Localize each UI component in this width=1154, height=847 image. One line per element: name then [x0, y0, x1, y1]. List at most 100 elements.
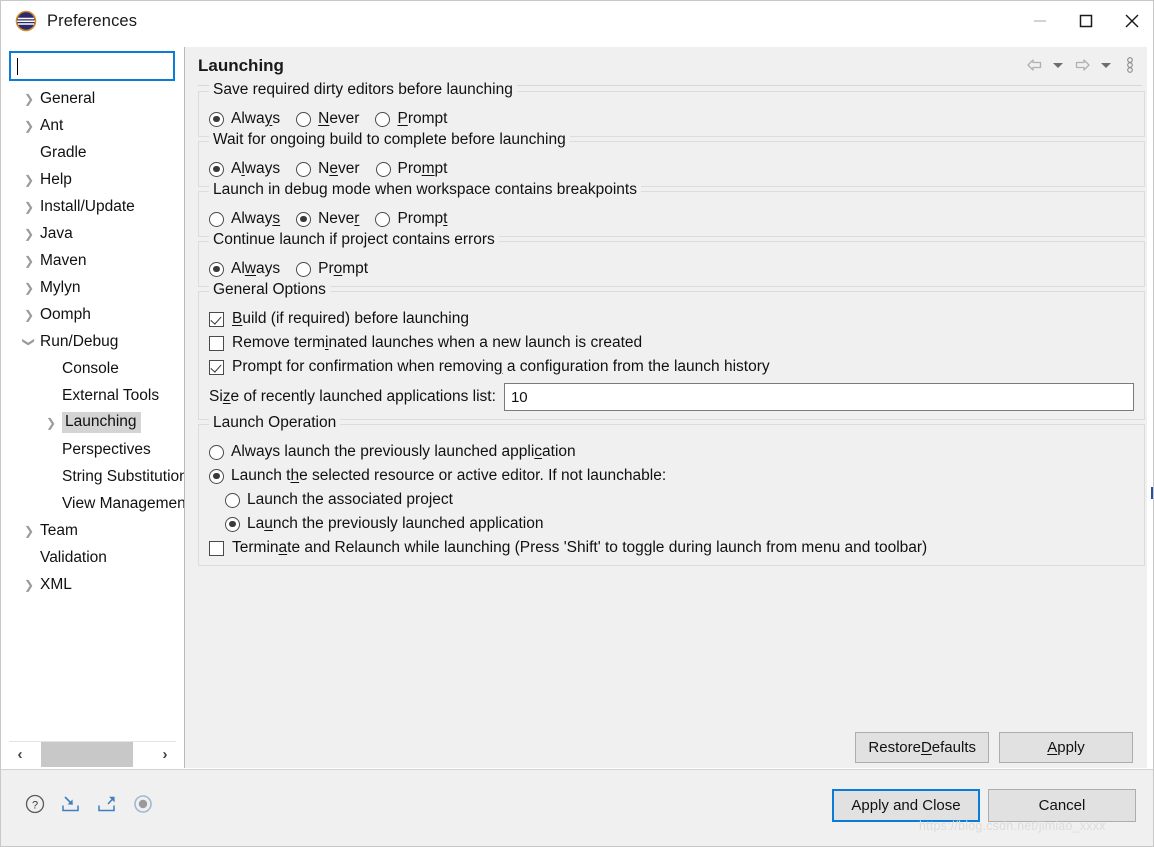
filter-text-field[interactable]: [18, 57, 173, 75]
tree-item-validation[interactable]: Validation: [10, 544, 184, 571]
radio-indicator[interactable]: [209, 261, 224, 277]
radio-indicator[interactable]: [225, 516, 240, 532]
radio-1-1[interactable]: Never: [296, 160, 360, 178]
radio-indicator[interactable]: [375, 211, 391, 227]
radio-indicator[interactable]: [209, 444, 224, 460]
chevron-down-icon[interactable]: ❯: [22, 331, 36, 353]
close-icon[interactable]: [1109, 1, 1153, 41]
maximize-icon[interactable]: [1063, 1, 1109, 41]
checkbox-indicator[interactable]: [209, 359, 224, 375]
size-of-recent-list-input[interactable]: [503, 383, 1134, 411]
export-icon[interactable]: [95, 792, 119, 816]
tree-item-help[interactable]: ❯ Help: [10, 166, 184, 193]
radio-indicator[interactable]: [296, 211, 312, 227]
checkbox-indicator[interactable]: [209, 311, 224, 327]
radio-0-0[interactable]: Always: [209, 110, 280, 128]
tree-item-ant[interactable]: ❯ Ant: [10, 112, 184, 139]
scrollbar-thumb[interactable]: [41, 741, 133, 767]
radio-indicator[interactable]: [209, 468, 224, 484]
tree-item-maven[interactable]: ❯ Maven: [10, 247, 184, 274]
tree-item-xml[interactable]: ❯ XML: [10, 571, 184, 598]
chevron-right-icon[interactable]: ❯: [18, 92, 40, 106]
radio-0-1[interactable]: Never: [296, 110, 359, 128]
chevron-right-icon[interactable]: ❯: [18, 308, 40, 322]
radio-indicator[interactable]: [209, 111, 224, 127]
tree-item-console[interactable]: Console: [10, 355, 184, 382]
chevron-right-icon[interactable]: ❯: [18, 578, 40, 592]
radio-indicator[interactable]: [296, 111, 312, 127]
restore-defaults-button[interactable]: Restore Defaults: [855, 731, 989, 763]
radio-1-1-label-mnemonic: e: [329, 160, 338, 177]
check-general-0[interactable]: Build (if required) before launching: [209, 310, 469, 328]
radio-label: Always launch the previously launched ap…: [231, 443, 576, 461]
radio-indicator[interactable]: [209, 161, 224, 177]
tree-item-launching[interactable]: ❯ Launching: [10, 409, 184, 436]
forward-arrow-icon[interactable]: [1071, 53, 1093, 77]
option-line: Prompt for confirmation when removing a …: [209, 358, 1134, 376]
checkbox-indicator[interactable]: [209, 540, 224, 556]
tree-item-run-debug[interactable]: ❯ Run/Debug: [10, 328, 184, 355]
tree-item-install-update[interactable]: ❯ Install/Update: [10, 193, 184, 220]
tree-item-external-tools[interactable]: External Tools: [10, 382, 184, 409]
tree-item-general[interactable]: ❯ General: [10, 85, 184, 112]
import-icon[interactable]: [59, 792, 83, 816]
radio-indicator[interactable]: [375, 161, 391, 177]
radio-indicator[interactable]: [296, 261, 312, 277]
chevron-right-icon[interactable]: ›: [154, 742, 176, 767]
radio-2-0[interactable]: Always: [209, 210, 280, 228]
minimize-icon[interactable]: [1017, 1, 1063, 41]
radio-3-1[interactable]: Prompt: [296, 260, 368, 278]
radio-1-0[interactable]: Always: [209, 160, 280, 178]
radio-2-1[interactable]: Never: [296, 210, 359, 228]
radio-launchop-1[interactable]: Launch the selected resource or active e…: [209, 467, 666, 485]
group-title: Save required dirty editors before launc…: [209, 81, 517, 99]
scrollbar-track[interactable]: [31, 741, 154, 767]
radio-indicator[interactable]: [296, 161, 312, 177]
tree-item-view-management[interactable]: View Management: [10, 490, 184, 517]
tree-item-team[interactable]: ❯ Team: [10, 517, 184, 544]
chevron-right-icon[interactable]: ❯: [18, 119, 40, 133]
search-input[interactable]: [9, 51, 175, 81]
radio-launchop-2[interactable]: Launch the associated project: [225, 491, 453, 509]
tree-item-java[interactable]: ❯ Java: [10, 220, 184, 247]
tree-item-oomph[interactable]: ❯ Oomph: [10, 301, 184, 328]
apply-button[interactable]: Apply: [999, 731, 1133, 763]
preferences-tree[interactable]: ❯ General ❯ Ant Gradle ❯ Help ❯ Install/Update ❯ J…: [10, 85, 184, 740]
toggle-icon[interactable]: [131, 792, 155, 816]
cancel-button[interactable]: Cancel: [988, 789, 1136, 822]
check-general-2[interactable]: Prompt for confirmation when removing a …: [209, 358, 770, 376]
radio-launchop-3[interactable]: Launch the previously launched applicati…: [225, 515, 543, 533]
radio-launchop-0[interactable]: Always launch the previously launched ap…: [209, 443, 576, 461]
chevron-right-icon[interactable]: ❯: [18, 173, 40, 187]
tree-item-string-substitution[interactable]: String Substitution: [10, 463, 184, 490]
chevron-right-icon[interactable]: ❯: [18, 227, 40, 241]
tree-item-gradle[interactable]: Gradle: [10, 139, 184, 166]
radio-1-2[interactable]: Prompt: [375, 160, 447, 178]
back-chevron-down-icon[interactable]: [1047, 53, 1069, 77]
radio-indicator[interactable]: [225, 492, 240, 508]
group-body: Build (if required) before launching Remo…: [199, 292, 1144, 419]
forward-chevron-down-icon[interactable]: [1095, 53, 1117, 77]
apply-and-close-button[interactable]: Apply and Close: [832, 789, 980, 822]
tree-horizontal-scrollbar[interactable]: ‹ ›: [9, 741, 176, 767]
check-general-1[interactable]: Remove terminated launches when a new la…: [209, 334, 642, 352]
radio-2-2[interactable]: Prompt: [375, 210, 447, 228]
tree-item-mylyn[interactable]: ❯ Mylyn: [10, 274, 184, 301]
radio-indicator[interactable]: [209, 211, 224, 227]
checkbox-indicator[interactable]: [209, 335, 224, 351]
chevron-left-icon[interactable]: ‹: [9, 742, 31, 767]
radio-3-0[interactable]: Always: [209, 260, 280, 278]
help-icon[interactable]: ?: [23, 792, 47, 816]
chevron-right-icon[interactable]: ❯: [18, 254, 40, 268]
radio-0-2[interactable]: Prompt: [375, 110, 447, 128]
chevron-right-icon[interactable]: ❯: [18, 200, 40, 214]
back-arrow-icon[interactable]: [1023, 53, 1045, 77]
tree-item-perspectives[interactable]: Perspectives: [10, 436, 184, 463]
dialog-footer: ? Apply and Close Cancel: [1, 769, 1153, 846]
vertical-dots-icon[interactable]: [1119, 53, 1141, 77]
radio-indicator[interactable]: [375, 111, 391, 127]
check-terminate-and-relaunch[interactable]: Terminate and Relaunch while launching (…: [209, 539, 927, 557]
chevron-right-icon[interactable]: ❯: [18, 281, 40, 295]
chevron-right-icon[interactable]: ❯: [18, 524, 40, 538]
chevron-right-icon[interactable]: ❯: [40, 416, 62, 430]
